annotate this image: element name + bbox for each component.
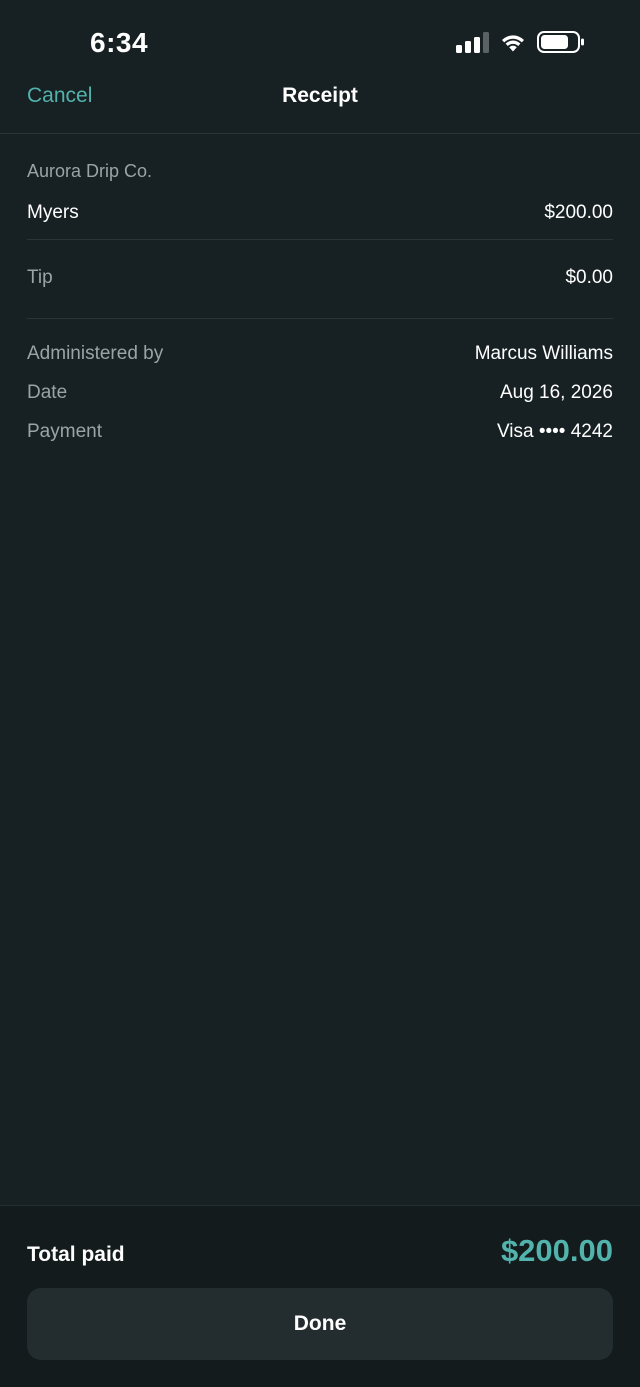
page-title: Receipt [282,84,358,107]
tip-value: $0.00 [565,267,613,288]
detail-row-date: Date Aug 16, 2026 [27,382,613,404]
item-value: $200.00 [544,202,613,223]
detail-label: Payment [27,421,102,442]
item-label: Myers [27,202,79,223]
wifi-icon [499,31,527,53]
detail-value: Marcus Williams [474,343,613,364]
detail-label: Date [27,382,68,403]
tip-row: Tip $0.00 [27,267,613,289]
battery-icon [537,31,585,53]
signal-icon [456,31,489,53]
divider [27,239,613,240]
item-row: Myers $200.00 [27,202,613,224]
total-label: Total paid [27,1243,125,1266]
status-time: 6:34 [90,27,149,58]
merchant-name: Aurora Drip Co. [27,161,153,181]
detail-row-administered-by: Administered by Marcus Williams [27,343,613,365]
footer: Total paid $200.00 Done [0,1205,640,1387]
detail-value: Aug 16, 2026 [499,382,613,403]
detail-value: Visa •••• 4242 [496,421,613,442]
done-button[interactable]: Done [27,1288,613,1360]
detail-row-payment: Payment Visa •••• 4242 [27,421,613,443]
detail-label: Administered by [27,343,164,364]
receipt-screen: 6:34 Cancel Receipt Aurora Drip Co. Myer… [0,0,640,1387]
divider [27,318,613,319]
status-icons [456,31,585,53]
navigation-bar: Cancel Receipt [0,80,640,134]
status-bar: 6:34 [0,0,640,80]
total-value: $200.00 [500,1233,613,1268]
tip-label: Tip [27,267,53,288]
